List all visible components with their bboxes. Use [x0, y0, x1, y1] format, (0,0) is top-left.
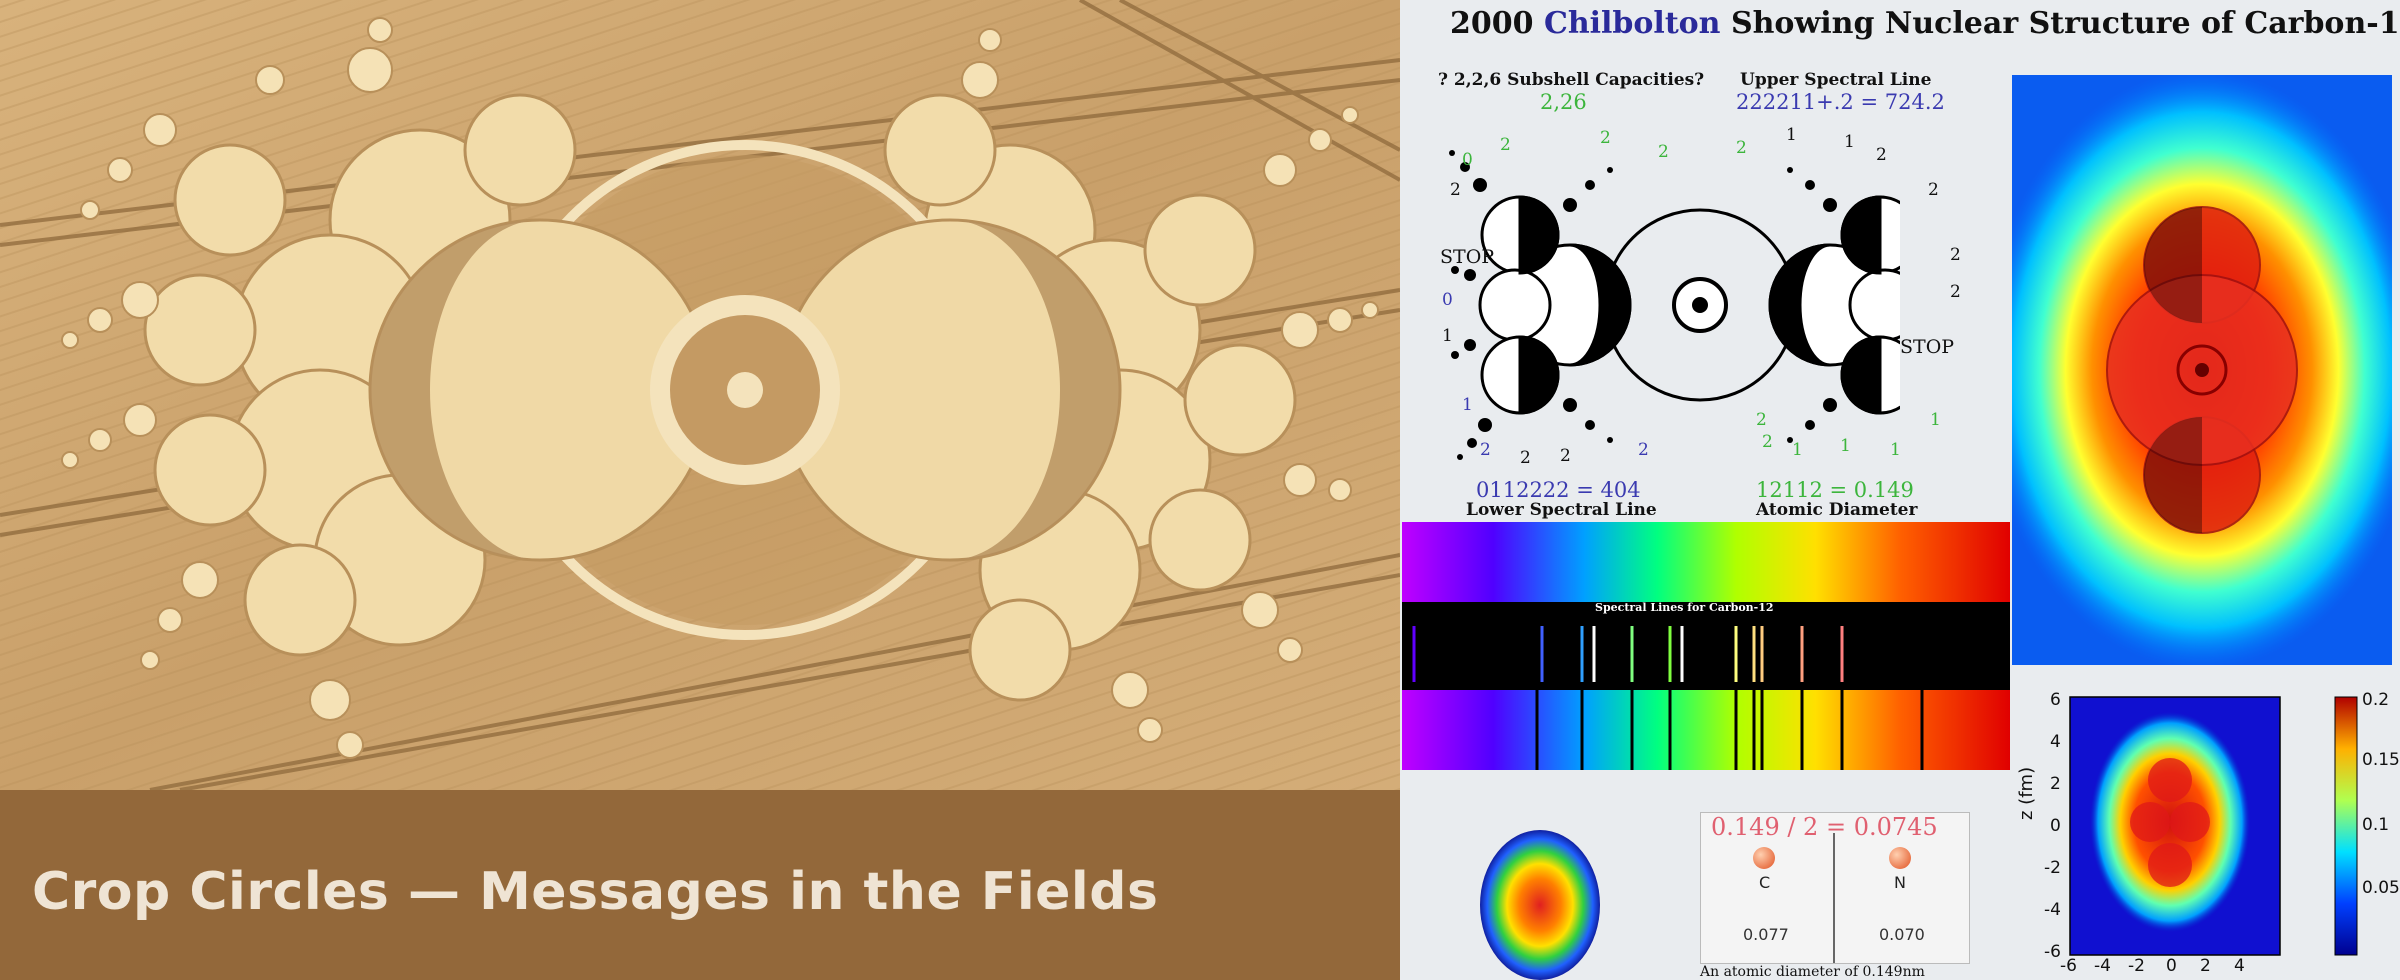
colorbar-tick: 0.2: [2362, 690, 2390, 710]
ring-number: 2: [1638, 440, 1649, 460]
ring-number: 2: [1928, 180, 1939, 200]
element-box: 0.149 / 2 = 0.0745 C N 0.077 0.070: [1700, 812, 1970, 964]
ring-number: 1: [1930, 410, 1941, 430]
title-place: Chilbolton: [1543, 6, 1721, 41]
ring-number: 0: [1462, 150, 1473, 170]
element-n: N: [1894, 873, 1906, 892]
diagram-title: 2000 Chilbolton Showing Nuclear Structur…: [1450, 6, 2400, 41]
x-tick: 0: [2166, 956, 2177, 976]
ring-number: 2: [1876, 145, 1887, 165]
ring-number: 1: [1462, 395, 1473, 415]
carbon-atom-icon: [1753, 847, 1775, 869]
colorbar-tick: 0.15: [2362, 750, 2400, 770]
heatmap-ylabel: z (fm): [2016, 766, 2037, 820]
ring-number: 1: [1844, 132, 1855, 152]
lower-value: 0112222 = 404: [1476, 478, 1641, 502]
diagram-panel: 2000 Chilbolton Showing Nuclear Structur…: [1400, 0, 2400, 980]
y-tick: 6: [2050, 690, 2061, 710]
spectrum-panel: [1402, 522, 2010, 770]
x-tick: -2: [2128, 956, 2145, 976]
caption-title: Crop Circles — Messages in the Fields: [32, 862, 1159, 922]
spectral-caption: Spectral Lines for Carbon-12: [1595, 601, 1774, 614]
value-c: 0.077: [1743, 925, 1789, 944]
stop-right: STOP: [1900, 336, 1955, 358]
ring-number: 1: [1890, 440, 1901, 460]
ring-number: 2: [1450, 180, 1461, 200]
density-map-small: [2010, 685, 2400, 980]
ring-number: 2: [1736, 138, 1747, 158]
colorbar-tick: 0.05: [2362, 878, 2400, 898]
footnote: An atomic diameter of 0.149nm: [1700, 964, 1925, 980]
y-tick: 2: [2050, 774, 2061, 794]
density-map-large: [2012, 75, 2392, 665]
ring-number: 2: [1658, 142, 1669, 162]
stop-left: STOP: [1440, 246, 1495, 268]
ring-number: 2: [1950, 282, 1961, 302]
orbital-image: [1480, 830, 1600, 980]
x-tick: -6: [2060, 956, 2077, 976]
lower-label: Lower Spectral Line: [1466, 500, 1657, 520]
y-tick: 4: [2050, 732, 2061, 752]
value-n: 0.070: [1879, 925, 1925, 944]
y-tick: 0: [2050, 816, 2061, 836]
ratio-text: 0.149 / 2 = 0.0745: [1711, 813, 1938, 841]
y-tick: -4: [2044, 900, 2061, 920]
ring-number: 2: [1762, 432, 1773, 452]
diameter-value: 12112 = 0.149: [1756, 478, 1914, 502]
element-c: C: [1759, 873, 1771, 892]
x-tick: 2: [2200, 956, 2211, 976]
ring-number: 2: [1600, 128, 1611, 148]
ring-number: 2: [1500, 135, 1511, 155]
upper-label: Upper Spectral Line: [1740, 70, 1932, 90]
title-year: 2000: [1450, 6, 1534, 41]
subshell-label: ? 2,2,6 Subshell Capacities?: [1438, 70, 1705, 90]
ring-number: 2: [1756, 410, 1767, 430]
diameter-label: Atomic Diameter: [1756, 500, 1918, 520]
ring-number: 1: [1442, 326, 1453, 346]
ring-number: 2: [1950, 245, 1961, 265]
ring-number: 1: [1786, 125, 1797, 145]
upper-value: 222211+.2 = 724.2: [1736, 90, 1945, 114]
crop-circle-photo: [0, 0, 1400, 790]
ring-number: 1: [1792, 440, 1803, 460]
colorbar-tick: 0.1: [2362, 815, 2390, 835]
subshell-value: 2,26: [1540, 90, 1587, 114]
nitrogen-atom-icon: [1889, 847, 1911, 869]
x-tick: -4: [2094, 956, 2111, 976]
y-tick: -6: [2044, 942, 2061, 962]
ring-number: 2: [1560, 446, 1571, 466]
ring-number: 2: [1480, 440, 1491, 460]
title-rest: Showing Nuclear Structure of Carbon-14: [1730, 6, 2400, 41]
ring-number: 0: [1442, 290, 1453, 310]
x-tick: 4: [2234, 956, 2245, 976]
ring-number: 2: [1520, 448, 1531, 468]
ring-number: 1: [1840, 436, 1851, 456]
atom-diagram: [1449, 150, 1900, 460]
y-tick: -2: [2044, 858, 2061, 878]
